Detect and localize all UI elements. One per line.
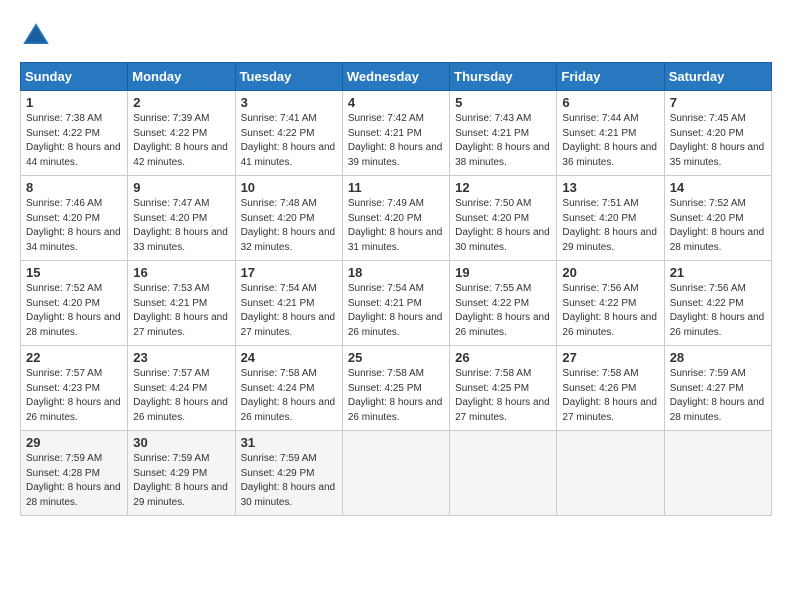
calendar-day-4: 4Sunrise: 7:42 AMSunset: 4:21 PMDaylight… [342,91,449,176]
calendar-day-16: 16Sunrise: 7:53 AMSunset: 4:21 PMDayligh… [128,261,235,346]
calendar-day-13: 13Sunrise: 7:51 AMSunset: 4:20 PMDayligh… [557,176,664,261]
calendar-day-7: 7Sunrise: 7:45 AMSunset: 4:20 PMDaylight… [664,91,771,176]
calendar-day-20: 20Sunrise: 7:56 AMSunset: 4:22 PMDayligh… [557,261,664,346]
calendar-day-9: 9Sunrise: 7:47 AMSunset: 4:20 PMDaylight… [128,176,235,261]
calendar-day-24: 24Sunrise: 7:58 AMSunset: 4:24 PMDayligh… [235,346,342,431]
calendar-day-5: 5Sunrise: 7:43 AMSunset: 4:21 PMDaylight… [450,91,557,176]
calendar-day-17: 17Sunrise: 7:54 AMSunset: 4:21 PMDayligh… [235,261,342,346]
calendar-day-19: 19Sunrise: 7:55 AMSunset: 4:22 PMDayligh… [450,261,557,346]
calendar-day-28: 28Sunrise: 7:59 AMSunset: 4:27 PMDayligh… [664,346,771,431]
calendar-day-26: 26Sunrise: 7:58 AMSunset: 4:25 PMDayligh… [450,346,557,431]
calendar-day-21: 21Sunrise: 7:56 AMSunset: 4:22 PMDayligh… [664,261,771,346]
calendar-day-3: 3Sunrise: 7:41 AMSunset: 4:22 PMDaylight… [235,91,342,176]
calendar-week-1: 1Sunrise: 7:38 AMSunset: 4:22 PMDaylight… [21,91,772,176]
calendar-week-5: 29Sunrise: 7:59 AMSunset: 4:28 PMDayligh… [21,431,772,516]
calendar-day-23: 23Sunrise: 7:57 AMSunset: 4:24 PMDayligh… [128,346,235,431]
page-header [20,20,772,52]
calendar-day-10: 10Sunrise: 7:48 AMSunset: 4:20 PMDayligh… [235,176,342,261]
calendar-day-27: 27Sunrise: 7:58 AMSunset: 4:26 PMDayligh… [557,346,664,431]
calendar-day-31: 31Sunrise: 7:59 AMSunset: 4:29 PMDayligh… [235,431,342,516]
calendar-day-1: 1Sunrise: 7:38 AMSunset: 4:22 PMDaylight… [21,91,128,176]
calendar-day-empty [557,431,664,516]
calendar-day-22: 22Sunrise: 7:57 AMSunset: 4:23 PMDayligh… [21,346,128,431]
calendar-day-empty [342,431,449,516]
calendar-day-8: 8Sunrise: 7:46 AMSunset: 4:20 PMDaylight… [21,176,128,261]
calendar-day-18: 18Sunrise: 7:54 AMSunset: 4:21 PMDayligh… [342,261,449,346]
calendar-week-4: 22Sunrise: 7:57 AMSunset: 4:23 PMDayligh… [21,346,772,431]
header-saturday: Saturday [664,63,771,91]
calendar-header-row: SundayMondayTuesdayWednesdayThursdayFrid… [21,63,772,91]
calendar-day-empty [664,431,771,516]
calendar-day-30: 30Sunrise: 7:59 AMSunset: 4:29 PMDayligh… [128,431,235,516]
calendar-table: SundayMondayTuesdayWednesdayThursdayFrid… [20,62,772,516]
header-monday: Monday [128,63,235,91]
calendar-week-3: 15Sunrise: 7:52 AMSunset: 4:20 PMDayligh… [21,261,772,346]
header-wednesday: Wednesday [342,63,449,91]
calendar-day-15: 15Sunrise: 7:52 AMSunset: 4:20 PMDayligh… [21,261,128,346]
calendar-day-11: 11Sunrise: 7:49 AMSunset: 4:20 PMDayligh… [342,176,449,261]
header-friday: Friday [557,63,664,91]
calendar-day-2: 2Sunrise: 7:39 AMSunset: 4:22 PMDaylight… [128,91,235,176]
calendar-day-25: 25Sunrise: 7:58 AMSunset: 4:25 PMDayligh… [342,346,449,431]
header-sunday: Sunday [21,63,128,91]
calendar-day-empty [450,431,557,516]
calendar-day-6: 6Sunrise: 7:44 AMSunset: 4:21 PMDaylight… [557,91,664,176]
logo-icon [20,20,52,52]
header-thursday: Thursday [450,63,557,91]
calendar-week-2: 8Sunrise: 7:46 AMSunset: 4:20 PMDaylight… [21,176,772,261]
header-tuesday: Tuesday [235,63,342,91]
calendar-day-29: 29Sunrise: 7:59 AMSunset: 4:28 PMDayligh… [21,431,128,516]
calendar-day-14: 14Sunrise: 7:52 AMSunset: 4:20 PMDayligh… [664,176,771,261]
calendar-day-12: 12Sunrise: 7:50 AMSunset: 4:20 PMDayligh… [450,176,557,261]
logo [20,20,56,52]
